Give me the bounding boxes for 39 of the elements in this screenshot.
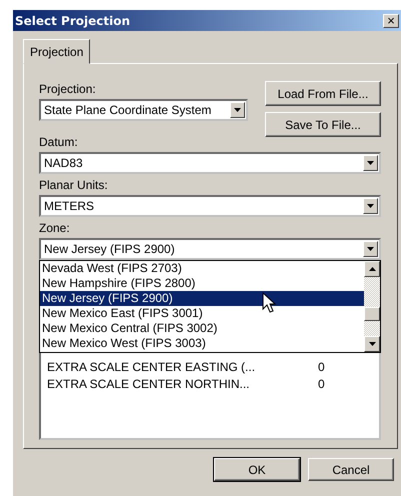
list-option[interactable]: New Mexico Central (FIPS 3002) bbox=[40, 321, 364, 336]
field-label: Projection: bbox=[39, 82, 97, 96]
field-label: Zone: bbox=[39, 221, 71, 235]
scroll-thumb[interactable] bbox=[364, 307, 380, 321]
dropdown-button[interactable] bbox=[363, 198, 378, 214]
list-option[interactable]: Nevada West (FIPS 2703) bbox=[40, 261, 364, 276]
scroll-up-button[interactable] bbox=[364, 261, 380, 277]
dropdown-button[interactable] bbox=[230, 102, 245, 118]
field-label: Planar Units: bbox=[39, 178, 109, 192]
scroll-down-button[interactable] bbox=[364, 336, 380, 352]
table-cell-text: EXTRA SCALE CENTER EASTING (... bbox=[47, 360, 256, 374]
caret-icon bbox=[367, 247, 374, 251]
caret-icon bbox=[367, 161, 374, 165]
table-cell: 0 bbox=[318, 360, 325, 374]
close-button[interactable]: × bbox=[383, 14, 399, 28]
dropdown-button[interactable] bbox=[363, 155, 378, 171]
cancel-button[interactable]: Cancel bbox=[308, 458, 394, 481]
table-cell: 0 bbox=[318, 376, 325, 390]
caret-icon bbox=[367, 204, 374, 208]
units-dropdown[interactable]: METERS bbox=[39, 195, 381, 217]
ok-button[interactable]: OK bbox=[214, 458, 300, 481]
list-option[interactable]: New Hampshire (FIPS 2800) bbox=[40, 276, 364, 291]
list-option[interactable]: New Mexico East (FIPS 3001) bbox=[40, 306, 364, 321]
field-label: Datum: bbox=[39, 135, 79, 149]
up-arrow-icon bbox=[368, 267, 376, 271]
dropdown-button[interactable] bbox=[363, 241, 378, 257]
table-cell-text: EXTRA SCALE CENTER NORTHIN... bbox=[47, 376, 250, 390]
file-button[interactable]: Save To File... bbox=[265, 112, 381, 137]
datum-dropdown[interactable]: NAD83 bbox=[39, 152, 381, 174]
projection-dropdown[interactable]: State Plane Coordinate System bbox=[39, 99, 248, 121]
zone-dropdown[interactable]: New Jersey (FIPS 2900) bbox=[39, 238, 381, 260]
scrollbar[interactable] bbox=[364, 261, 380, 352]
mouse-pointer-icon bbox=[262, 292, 276, 313]
window-title: Select Projection bbox=[15, 14, 130, 28]
file-button[interactable]: Load From File... bbox=[265, 81, 381, 106]
list-option[interactable]: New Mexico West (FIPS 3003) bbox=[40, 336, 364, 351]
tab[interactable]: Projection bbox=[23, 39, 90, 64]
caret-icon bbox=[234, 108, 241, 112]
down-arrow-icon bbox=[368, 342, 376, 346]
